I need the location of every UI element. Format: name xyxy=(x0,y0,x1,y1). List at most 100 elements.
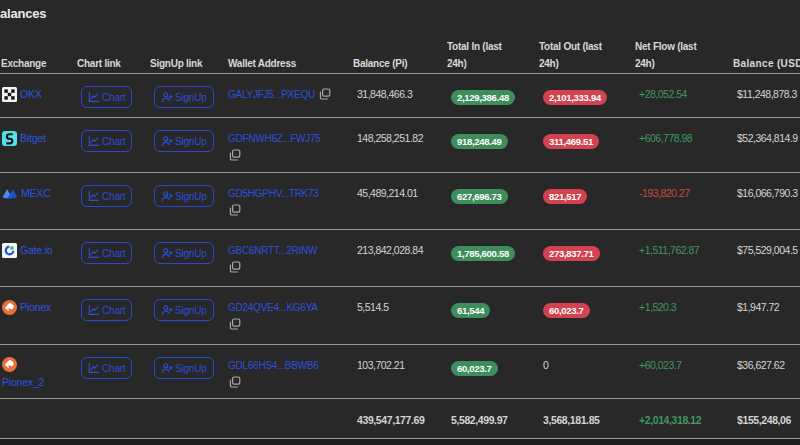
balance-pi-value: 5,514.5 xyxy=(352,287,446,345)
balances-table: Exchange Chart link SignUp link Wallet A… xyxy=(0,29,800,439)
net-flow-value: +606,778.98 xyxy=(634,118,732,173)
person-add-icon xyxy=(161,304,173,316)
balance-usd-value: $1,947.72 xyxy=(732,287,800,345)
table-row-mexc: MEXC Chart SignUp GD5HGPHV...TRK73 45,48… xyxy=(0,173,800,230)
total-in-badge: 60,023.7 xyxy=(451,361,498,376)
total-out-badge: 60,023.7 xyxy=(543,303,590,318)
balance-usd-value: $36,627.62 xyxy=(732,345,800,399)
total-out-badge: 821,517 xyxy=(543,189,587,204)
chart-icon xyxy=(88,304,100,316)
total-in-badge: 918,248.49 xyxy=(451,134,508,149)
total-out-sum: 3,568,181.85 xyxy=(538,399,634,439)
balance-pi-value: 103,702.21 xyxy=(352,345,446,399)
exchange-link[interactable]: Gate.io xyxy=(20,242,52,259)
header-balance-pi: Balance (Pi) xyxy=(352,29,446,74)
copy-icon[interactable] xyxy=(228,374,346,391)
header-total-out: Total Out (last 24h) xyxy=(538,29,634,74)
header-balance-usd: Balance (USD) xyxy=(732,29,800,74)
total-in-badge: 1,785,600.58 xyxy=(451,246,515,261)
chart-icon xyxy=(88,247,100,259)
exchange-link[interactable]: MEXC xyxy=(21,185,51,202)
chart-button[interactable]: Chart xyxy=(81,242,132,264)
chart-button[interactable]: Chart xyxy=(81,130,132,152)
balance-usd-value: $75,529,004.5 xyxy=(732,230,800,287)
copy-icon[interactable] xyxy=(228,147,346,164)
total-in-badge: 2,129,386.48 xyxy=(451,90,515,105)
okx-logo xyxy=(2,87,17,102)
balances-page: alances Exchange Chart link SignUp link … xyxy=(0,0,800,439)
net-flow-value: +28,052.54 xyxy=(634,74,732,118)
chart-button[interactable]: Chart xyxy=(81,86,132,108)
net-flow-value: +60,023.7 xyxy=(634,345,732,399)
total-net-flow: +2,014,318.12 xyxy=(634,399,732,439)
copy-icon[interactable] xyxy=(228,202,346,219)
chart-button[interactable]: Chart xyxy=(81,185,132,207)
signup-button[interactable]: SignUp xyxy=(154,299,214,321)
person-add-icon xyxy=(161,135,173,147)
wallet-address-link[interactable]: GBC6NRTT...2RINW xyxy=(228,245,317,256)
chart-icon xyxy=(88,135,100,147)
mexc-logo xyxy=(2,186,18,201)
chart-icon xyxy=(88,190,100,202)
table-row-pionex: Pionex Chart SignUp GD24QVE4...KG6YA 5,5… xyxy=(0,287,800,345)
table-row-gateio: Gate.io Chart SignUp GBC6NRTT...2RINW 21… xyxy=(0,230,800,287)
bitget-logo xyxy=(2,131,17,146)
total-out-badge: 273,837.71 xyxy=(543,246,600,261)
wallet-address-link[interactable]: GD24QVE4...KG6YA xyxy=(228,302,318,313)
table-row-pionex-2: Pionex_2 Chart SignUp GDL66HS4...BBWB6 1… xyxy=(0,345,800,399)
exchange-link[interactable]: Pionex_2 xyxy=(2,374,70,391)
gateio-logo xyxy=(2,243,17,258)
header-total-in: Total In (last 24h) xyxy=(446,29,538,74)
header-signup-link: SignUp link xyxy=(149,29,227,74)
total-out-badge: 311,469.51 xyxy=(543,134,599,149)
signup-button[interactable]: SignUp xyxy=(154,242,214,264)
exchange-link[interactable]: Pionex xyxy=(20,299,51,316)
signup-button[interactable]: SignUp xyxy=(154,357,214,379)
balance-pi-value: 31,848,466.3 xyxy=(352,74,446,118)
wallet-address-link[interactable]: GALYJFJ5...PXEQU xyxy=(228,89,315,100)
signup-button[interactable]: SignUp xyxy=(154,185,214,207)
person-add-icon xyxy=(161,247,173,259)
balance-pi-value: 148,258,251.82 xyxy=(352,118,446,173)
person-add-icon xyxy=(161,362,173,374)
total-balance-pi: 439,547,177.69 xyxy=(352,399,446,439)
chart-button[interactable]: Chart xyxy=(81,357,132,379)
table-row-okx: OKX Chart SignUp GALYJFJ5...PXEQU 31,848… xyxy=(0,74,800,118)
signup-button[interactable]: SignUp xyxy=(154,130,214,152)
exchange-link[interactable]: Bitget xyxy=(20,130,46,147)
total-in-badge: 61,544 xyxy=(451,303,490,318)
signup-button[interactable]: SignUp xyxy=(154,86,214,108)
header-net-flow: Net Flow (last 24h) xyxy=(634,29,732,74)
header-row: Exchange Chart link SignUp link Wallet A… xyxy=(0,29,800,74)
exchange-link[interactable]: OKX xyxy=(20,86,42,103)
total-out-value: 0 xyxy=(538,345,634,399)
chart-icon xyxy=(88,91,100,103)
copy-icon[interactable] xyxy=(228,316,346,333)
balance-pi-value: 45,489,214.01 xyxy=(352,173,446,230)
copy-icon[interactable] xyxy=(228,259,346,276)
net-flow-value: -193,820.27 xyxy=(634,173,732,230)
chart-icon xyxy=(88,362,100,374)
total-in-badge: 627,696.73 xyxy=(451,189,508,204)
header-chart-link: Chart link xyxy=(76,29,149,74)
total-in-sum: 5,582,499.97 xyxy=(446,399,538,439)
balance-pi-value: 213,842,028.84 xyxy=(352,230,446,287)
page-title: alances xyxy=(0,0,800,29)
totals-row: 439,547,177.69 5,582,499.97 3,568,181.85… xyxy=(0,399,800,439)
balance-usd-value: $11,248,878.3 xyxy=(732,74,800,118)
total-balance-usd: $155,248,06 xyxy=(732,399,800,439)
header-wallet-address: Wallet Address xyxy=(227,29,352,74)
pionex-logo xyxy=(2,357,17,372)
net-flow-value: +1,511,762.87 xyxy=(634,230,732,287)
chart-button[interactable]: Chart xyxy=(81,299,132,321)
wallet-address-link[interactable]: GDFNWH6Z...FWJ75 xyxy=(228,133,321,144)
person-add-icon xyxy=(161,190,173,202)
person-add-icon xyxy=(161,91,173,103)
wallet-address-link[interactable]: GDL66HS4...BBWB6 xyxy=(228,360,318,371)
balance-usd-value: $52,364,814.9 xyxy=(732,118,800,173)
copy-icon[interactable] xyxy=(319,88,331,105)
wallet-address-link[interactable]: GD5HGPHV...TRK73 xyxy=(228,188,319,199)
net-flow-value: +1,520.3 xyxy=(634,287,732,345)
balance-usd-value: $16,066,790.3 xyxy=(732,173,800,230)
table-row-bitget: Bitget Chart SignUp GDFNWH6Z...FWJ75 148… xyxy=(0,118,800,173)
